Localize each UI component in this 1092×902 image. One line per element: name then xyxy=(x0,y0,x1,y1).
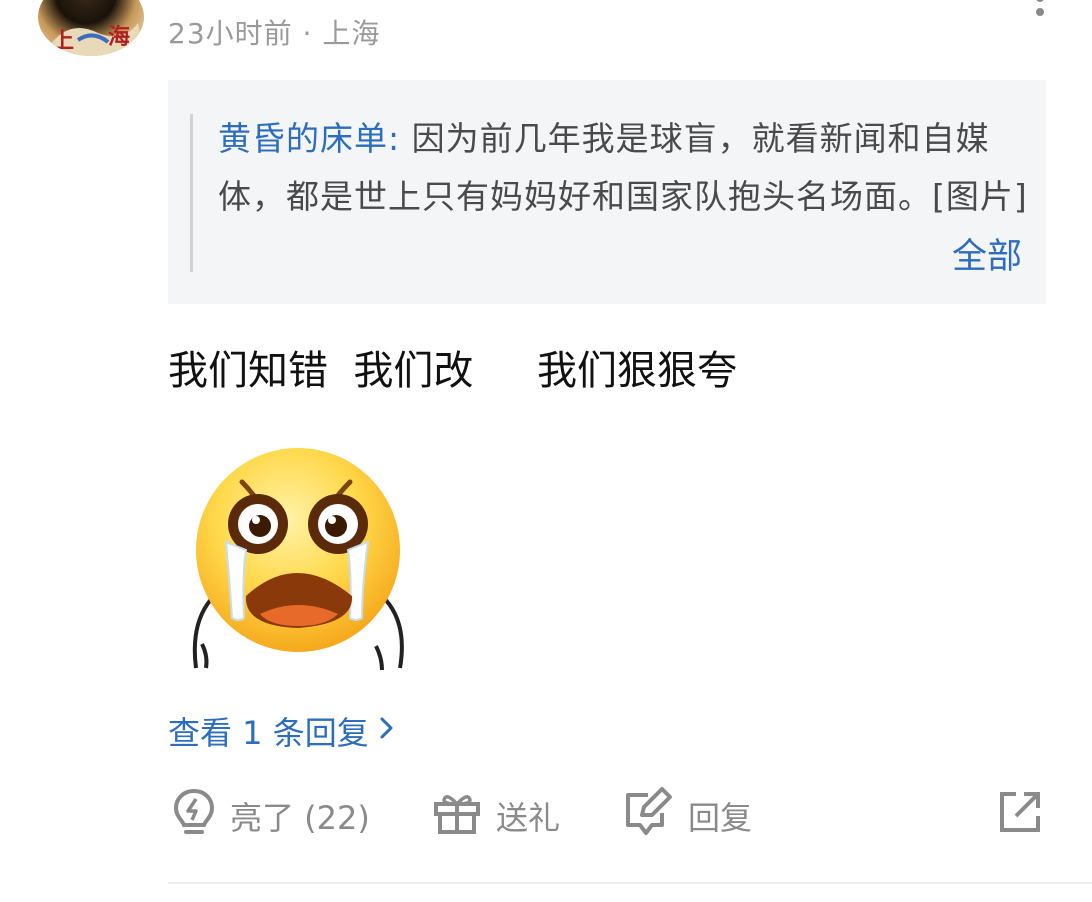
divider xyxy=(168,882,1092,884)
quote-bar xyxy=(190,114,193,272)
crying-face-sticker-icon[interactable] xyxy=(186,446,416,676)
more-icon[interactable] xyxy=(1033,0,1047,24)
svg-text:上: 上 xyxy=(52,28,74,54)
reply-button[interactable]: 回复 xyxy=(622,786,752,846)
action-bar: 亮了 (22) 送礼 回复 xyxy=(168,786,1048,846)
quoted-reply[interactable]: 黄昏的床单: 因为前几年我是球盲，就看新闻和自媒体，都是世上只有妈妈好和国家队抱… xyxy=(168,80,1046,304)
quote-expand-link[interactable]: 全部 xyxy=(952,228,1022,279)
gift-label: 送礼 xyxy=(496,799,561,837)
reply-label: 回复 xyxy=(688,799,753,837)
quote-author[interactable]: 黄昏的床单: xyxy=(218,119,400,158)
edit-comment-icon xyxy=(622,787,674,845)
quote-text: 黄昏的床单: 因为前几年我是球盲，就看新闻和自媒体，都是世上只有妈妈好和国家队抱… xyxy=(218,110,1028,226)
view-replies-link[interactable]: 查看 1 条回复 xyxy=(168,708,397,754)
share-button[interactable] xyxy=(996,786,1044,846)
view-replies-label: 查看 1 条回复 xyxy=(168,714,369,752)
gift-button[interactable]: 送礼 xyxy=(432,786,560,846)
like-button[interactable]: 亮了 (22) xyxy=(172,786,370,846)
post-meta: 23小时前 · 上海 xyxy=(168,17,381,50)
gift-icon xyxy=(432,788,482,844)
lightbulb-icon xyxy=(172,787,216,845)
svg-text:海: 海 xyxy=(108,24,130,50)
avatar[interactable]: 上 海 xyxy=(38,0,144,56)
comment-text: 我们知错 我们改 我们狠狠夸 xyxy=(168,348,738,394)
like-label: 亮了 (22) xyxy=(230,799,370,837)
share-icon xyxy=(996,788,1044,844)
chevron-right-icon xyxy=(377,712,397,750)
